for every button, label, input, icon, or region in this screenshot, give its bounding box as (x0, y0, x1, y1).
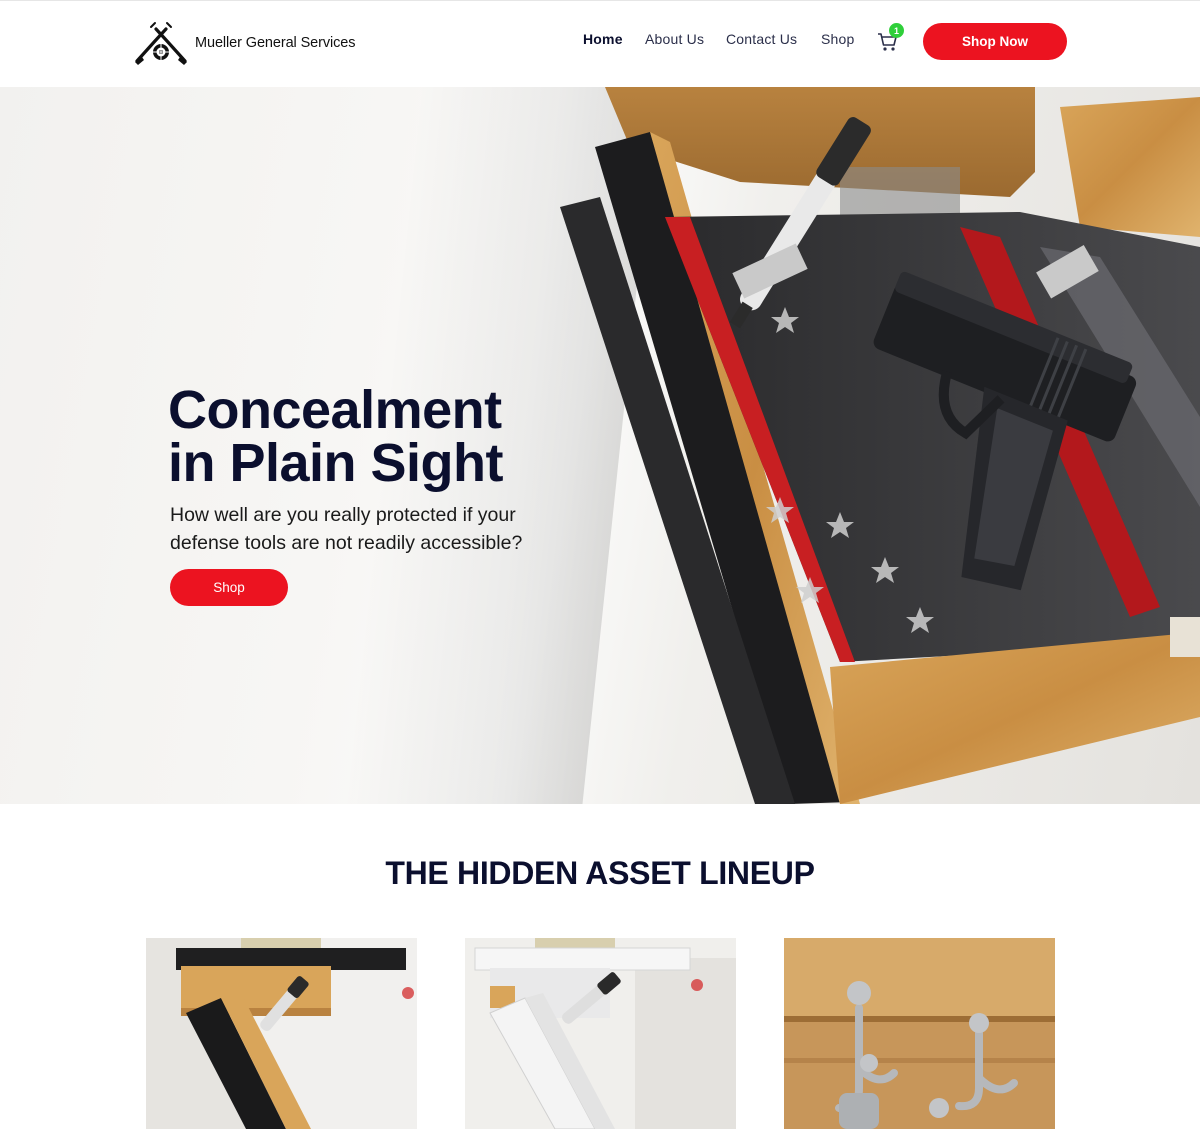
white-trim-hidden-shelf-image (465, 938, 736, 1129)
main-nav: Home About Us Contact Us Shop (583, 31, 871, 47)
lineup-heading: THE HIDDEN ASSET LINEUP (385, 855, 815, 891)
site-header: Mueller General Services Home About Us C… (0, 0, 1200, 87)
hero-shop-button[interactable]: Shop (170, 569, 288, 606)
nav-home[interactable]: Home (583, 31, 645, 47)
hero-subtitle-line-1: How well are you really protected if you… (170, 504, 516, 526)
wood-coat-hook-rack-image (784, 938, 1055, 1129)
nav-contact-us[interactable]: Contact Us (726, 31, 821, 47)
hero-section: Concealment in Plain Sight How well are … (0, 87, 1200, 804)
nav-shop[interactable]: Shop (821, 31, 871, 47)
product-card-black-shelf[interactable] (146, 938, 417, 1129)
shop-now-button[interactable]: Shop Now (923, 23, 1067, 60)
cart-count-badge: 1 (889, 23, 904, 38)
hero-subtitle-line-2: defense tools are not readily accessible… (170, 532, 523, 554)
black-trim-hidden-shelf-image (146, 938, 417, 1129)
hero-title-line-1: Concealment (168, 380, 502, 440)
logo-text: Mueller General Services (195, 35, 356, 51)
hidden-shelf-pistol-image (560, 87, 1200, 804)
logo-link[interactable]: Mueller General Services (133, 21, 355, 65)
nav-about-us[interactable]: About Us (645, 31, 726, 47)
product-card-hook-rack[interactable] (784, 938, 1055, 1129)
cart-button[interactable]: 1 (877, 23, 904, 54)
hero-title: Concealment in Plain Sight (168, 383, 588, 493)
hero-title-line-2: in Plain Sight (168, 433, 504, 493)
crossed-rifles-logo-icon (135, 22, 187, 65)
product-card-white-shelf[interactable] (465, 938, 736, 1129)
hero-subtitle: How well are you really protected if you… (170, 501, 570, 557)
